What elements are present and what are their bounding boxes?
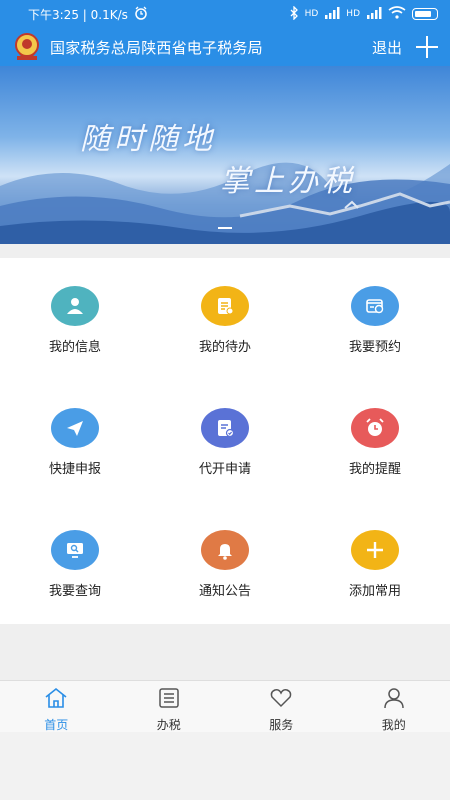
search-screen-icon	[51, 530, 99, 570]
grid-item-label: 通知公告	[198, 584, 251, 599]
grid-item-notice[interactable]: 通知公告	[150, 502, 300, 624]
grid-item-my-info[interactable]: 我的信息	[0, 258, 150, 380]
document-edit-icon	[201, 408, 249, 448]
paper-plane-icon	[51, 408, 99, 448]
grid-item-reminder[interactable]: 我的提醒	[300, 380, 450, 502]
signal-icon-2	[366, 6, 382, 22]
bluetooth-icon	[289, 4, 299, 23]
grid-item-query[interactable]: 我要查询	[0, 502, 150, 624]
signal-label-1: HD	[304, 9, 319, 19]
grid-item-label: 代开申请	[198, 462, 251, 477]
banner-slogan-1: 随时随地	[80, 122, 216, 157]
nav-item-service[interactable]: 服务	[225, 681, 338, 732]
user-icon	[382, 687, 406, 713]
tax-emblem-icon	[12, 32, 42, 62]
grid-item-issue-application[interactable]: 代开申请	[150, 380, 300, 502]
banner-slogan-2: 掌上办税	[220, 164, 356, 199]
grid-item-label: 我要查询	[48, 584, 101, 599]
nav-label: 首页	[44, 718, 69, 732]
status-time: 下午3:25 | 0.1K/s	[28, 7, 128, 22]
banner-page-indicator	[218, 227, 232, 229]
add-icon[interactable]	[416, 36, 438, 58]
nav-label: 我的	[381, 718, 406, 732]
page-title: 国家税务总局陕西省电子税务局	[50, 38, 263, 57]
alarm-clock-icon	[351, 408, 399, 448]
todo-list-icon	[201, 286, 249, 326]
nav-label: 服务	[269, 718, 294, 732]
grid-item-add-common[interactable]: 添加常用	[300, 502, 450, 624]
list-icon	[157, 687, 181, 713]
status-bar: 下午3:25 | 0.1K/s HD HD	[0, 0, 450, 28]
grid-item-label: 我的提醒	[348, 462, 401, 477]
signal-icon	[324, 6, 340, 22]
person-icon	[51, 286, 99, 326]
exit-button[interactable]: 退出	[372, 37, 402, 58]
banner[interactable]: 随时随地 掌上办税	[0, 66, 450, 244]
grid-item-label: 我要预约	[348, 340, 401, 355]
nav-item-mine[interactable]: 我的	[338, 681, 450, 732]
nav-item-home[interactable]: 首页	[0, 681, 113, 732]
app-header: 国家税务总局陕西省电子税务局 退出	[0, 28, 450, 66]
grid-item-label: 添加常用	[348, 584, 401, 599]
battery-icon	[412, 8, 438, 20]
calendar-clock-icon	[351, 286, 399, 326]
nav-item-tax[interactable]: 办税	[113, 681, 226, 732]
grid-item-label: 快捷申报	[48, 462, 101, 477]
heart-icon	[269, 687, 293, 713]
bottom-nav: 首页 办税 服务 我的	[0, 680, 450, 732]
great-wall-illustration	[0, 162, 450, 244]
grid-item-appointment[interactable]: 我要预约	[300, 258, 450, 380]
bell-icon	[201, 530, 249, 570]
signal-label-2: HD	[346, 9, 360, 19]
grid-item-label: 我的信息	[48, 340, 101, 355]
nav-label: 办税	[156, 718, 181, 732]
bottom-spacer	[0, 732, 450, 800]
feature-grid: 我的信息 我的待办 我要预约 快捷申报 代开申请 我的提醒 我要查询 通知公告 …	[0, 258, 450, 624]
home-icon	[44, 687, 68, 713]
plus-icon	[351, 530, 399, 570]
grid-item-quick-declare[interactable]: 快捷申报	[0, 380, 150, 502]
alarm-icon	[134, 6, 148, 23]
grid-item-label: 我的待办	[198, 340, 251, 355]
wifi-icon	[388, 6, 406, 22]
grid-item-my-todo[interactable]: 我的待办	[150, 258, 300, 380]
